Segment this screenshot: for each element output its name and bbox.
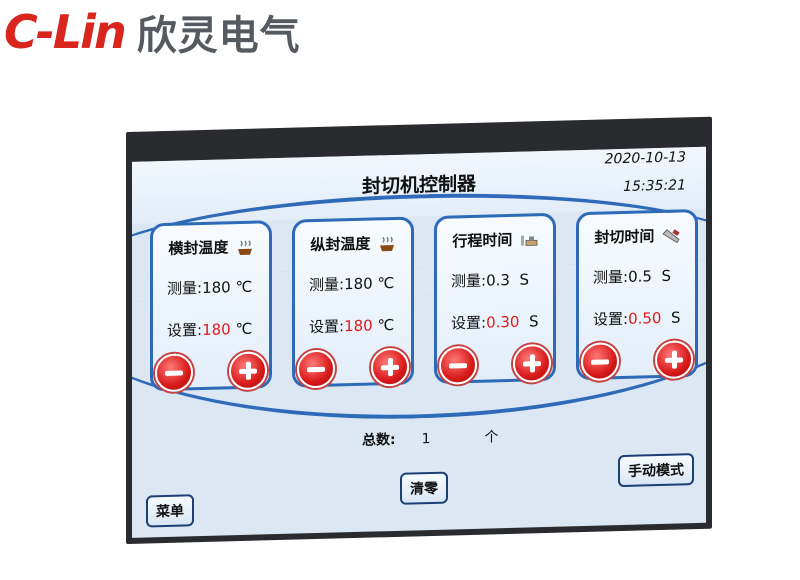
set-value: 180 — [202, 320, 231, 340]
heat-icon — [379, 236, 394, 251]
card-horizontal-seal-temp: 横封温度 测量:180 ℃ 设置:180 ℃ — [150, 220, 272, 393]
increase-button[interactable] — [655, 340, 693, 380]
screen-date: 2020-10-13 — [604, 149, 686, 168]
plus-icon — [523, 354, 541, 373]
count-label: 总数: — [362, 431, 396, 449]
set-label: 设置: — [309, 317, 345, 337]
measure-label: 测量: — [167, 279, 203, 298]
measure-value: 180 ℃ — [202, 277, 253, 298]
measure-label: 测量: — [593, 267, 629, 287]
minus-icon — [449, 362, 467, 369]
plus-icon — [381, 358, 399, 377]
logo-rest: Lin — [52, 5, 127, 59]
brand-logo: C-Lin — [4, 9, 127, 55]
set-unit: ℃ — [377, 315, 395, 335]
minus-icon — [591, 358, 609, 365]
count-value: 1 — [421, 431, 431, 448]
set-value: 180 — [344, 316, 373, 336]
logo-c: C — [4, 5, 38, 59]
decrease-button[interactable] — [439, 345, 477, 385]
set-value: 0.30 — [486, 312, 520, 332]
set-label: 设置: — [167, 321, 203, 340]
measure-label: 测量: — [451, 271, 487, 291]
card-title: 横封温度 — [168, 238, 229, 258]
heat-icon — [237, 239, 252, 255]
cutter-icon — [661, 228, 680, 243]
card-title: 行程时间 — [452, 230, 513, 251]
decrease-button[interactable] — [155, 353, 193, 393]
set-unit: ℃ — [235, 319, 253, 339]
card-title: 封切时间 — [594, 227, 655, 247]
travel-icon — [520, 235, 538, 246]
increase-button[interactable] — [513, 343, 551, 383]
measure-label: 测量: — [309, 275, 345, 295]
brand-name: 欣灵电气 — [136, 13, 301, 59]
card-title: 纵封温度 — [310, 234, 371, 255]
card-cut-time: 封切时间 测量:0.5 S 设置:0.50 S — [576, 209, 698, 382]
minus-icon — [165, 370, 183, 376]
manual-mode-button[interactable]: 手动模式 — [618, 453, 694, 488]
card-travel-time: 行程时间 测量:0.3 S 设置:0.30 S — [434, 212, 556, 385]
set-value: 0.50 — [628, 308, 662, 328]
plus-icon — [239, 361, 257, 380]
measure-value: 0.5 S — [628, 266, 671, 286]
set-unit: S — [529, 312, 539, 331]
measure-value: 180 ℃ — [344, 273, 395, 294]
measure-value: 0.3 S — [486, 270, 529, 290]
screen-time: 15:35:21 — [623, 177, 686, 195]
set-label: 设置: — [593, 309, 629, 329]
hmi-device: 封切机控制器 2020-10-13 15:35:21 横封温度 测量:180 ℃… — [126, 116, 712, 544]
card-vertical-seal-temp: 纵封温度 测量:180 ℃ 设置:180 ℃ — [292, 216, 414, 389]
brand-header: C-Lin 欣灵电气 — [4, 6, 301, 59]
clear-button[interactable]: 清零 — [400, 471, 448, 505]
set-unit: S — [671, 308, 681, 327]
hmi-screen: 封切机控制器 2020-10-13 15:35:21 横封温度 测量:180 ℃… — [132, 146, 706, 538]
increase-button[interactable] — [371, 347, 409, 387]
menu-button[interactable]: 菜单 — [146, 494, 194, 528]
total-count: 总数: 1 个 — [362, 426, 499, 450]
decrease-button[interactable] — [297, 349, 335, 389]
plus-icon — [665, 350, 683, 369]
count-unit: 个 — [484, 429, 499, 446]
logo-dash: - — [35, 5, 55, 59]
set-label: 设置: — [451, 313, 487, 333]
decrease-button[interactable] — [581, 342, 619, 382]
increase-button[interactable] — [229, 351, 267, 391]
minus-icon — [307, 366, 325, 372]
